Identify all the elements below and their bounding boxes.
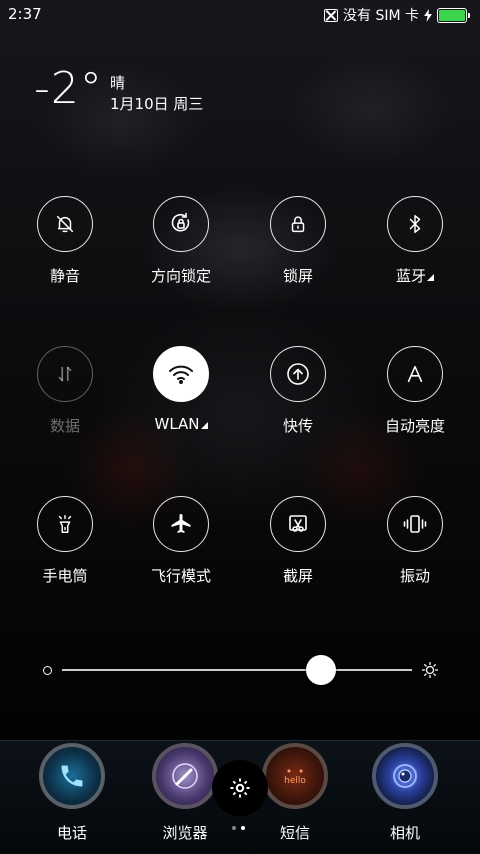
toggle-flashlight[interactable]: 手电筒 (10, 496, 120, 586)
brightness-thumb[interactable] (306, 655, 336, 685)
toggle-label: 数据 (49, 417, 80, 435)
toggle-wlan[interactable]: WLAN (126, 346, 236, 433)
wifi-icon (169, 365, 193, 384)
phone-icon (61, 765, 83, 787)
app-icon[interactable] (372, 743, 438, 809)
toggle-screenshot-circle[interactable] (270, 496, 326, 552)
toggle-lock-screen-circle[interactable] (270, 196, 326, 252)
toggle-flashlight-circle[interactable] (37, 496, 93, 552)
toggle-label: 蓝牙 (395, 267, 426, 285)
battery-icon (437, 7, 470, 23)
toggle-label: 振动 (399, 567, 430, 585)
no-sim-icon (324, 8, 338, 22)
toggle-rotation-lock[interactable]: 方向锁定 (126, 196, 236, 286)
toggle-lock-screen[interactable]: 锁屏 (243, 196, 353, 286)
app-icon[interactable] (39, 743, 105, 809)
charging-icon (424, 8, 432, 22)
browser-icon (172, 763, 198, 789)
auto-brightness-icon (407, 365, 423, 383)
toggle-screenshot[interactable]: 截屏 (243, 496, 353, 586)
toggle-wlan-circle[interactable] (153, 346, 209, 402)
expand-triangle-icon (427, 274, 434, 281)
toggle-label: 快传 (282, 417, 313, 435)
toggle-quick-transfer-circle[interactable] (270, 346, 326, 402)
app-icon[interactable] (152, 743, 218, 809)
mobile-data-icon (58, 366, 72, 382)
rotation-lock-icon (171, 212, 190, 232)
toggle-label: 锁屏 (282, 267, 313, 285)
app-label: 短信 (279, 824, 310, 842)
toggle-quick-transfer[interactable]: 快传 (243, 346, 353, 436)
toggle-mute-circle[interactable] (37, 196, 93, 252)
toggle-label: WLAN (154, 415, 200, 433)
toggle-vibrate[interactable]: 振动 (360, 496, 470, 586)
toggle-label: 方向锁定 (150, 267, 211, 285)
page-indicator (232, 826, 245, 830)
page-dot-active[interactable] (241, 826, 245, 830)
status-bar: 2:37 没有 SIM 卡 (0, 0, 480, 28)
toggle-airplane[interactable]: 飞行模式 (126, 496, 236, 586)
gear-icon (230, 778, 250, 798)
app-label: 相机 (389, 824, 420, 842)
bell-mute-icon (56, 215, 74, 233)
toggle-mute[interactable]: 静音 (10, 196, 120, 286)
camera-icon (393, 764, 417, 788)
brightness-high-icon (422, 662, 438, 678)
toggle-auto-brightness-circle[interactable] (387, 346, 443, 402)
temperature: -2° (34, 63, 103, 114)
status-time: 2:37 (8, 5, 42, 23)
battery-level (439, 9, 465, 21)
toggle-auto-brightness[interactable]: 自动亮度 (360, 346, 470, 436)
toggle-label: 飞行模式 (150, 567, 211, 585)
toggle-airplane-circle[interactable] (153, 496, 209, 552)
bluetooth-icon (409, 215, 421, 233)
page-dot[interactable] (232, 826, 236, 830)
toggle-label: 静音 (49, 267, 80, 285)
app-phone[interactable]: 电话 (24, 741, 120, 843)
airplane-icon (171, 514, 191, 533)
toggle-mobile-data[interactable]: 数据 (10, 346, 120, 436)
vibrate-icon (403, 515, 427, 533)
app-label: 电话 (56, 824, 87, 842)
toggle-label: 自动亮度 (384, 417, 445, 435)
toggle-bluetooth[interactable]: 蓝牙 (360, 196, 470, 286)
toggle-bluetooth-circle[interactable] (387, 196, 443, 252)
app-icon[interactable]: hello (262, 743, 328, 809)
expand-triangle-icon (200, 422, 208, 429)
app-label: 浏览器 (162, 824, 208, 842)
date: 1月10日 周三 (110, 95, 204, 113)
toggle-vibrate-circle[interactable] (387, 496, 443, 552)
toggle-rotation-lock-circle[interactable] (153, 196, 209, 252)
brightness-track[interactable] (62, 669, 412, 671)
brightness-slider[interactable] (40, 655, 440, 685)
toggle-label: 截屏 (282, 567, 313, 585)
settings-button[interactable] (212, 760, 268, 816)
screenshot-icon (289, 515, 307, 532)
lock-icon (291, 216, 305, 233)
flashlight-icon (58, 515, 72, 533)
messages-icon: hello (284, 769, 306, 786)
weather-condition: 晴 (110, 74, 126, 92)
app-camera[interactable]: 相机 (357, 741, 453, 843)
sim-status-text: 没有 SIM 卡 (343, 8, 419, 24)
brightness-low-icon (43, 666, 52, 675)
svg-text:hello: hello (284, 776, 306, 786)
toggle-mobile-data-circle[interactable] (37, 346, 93, 402)
quick-transfer-icon (287, 363, 309, 385)
toggle-label: 手电筒 (42, 567, 88, 585)
